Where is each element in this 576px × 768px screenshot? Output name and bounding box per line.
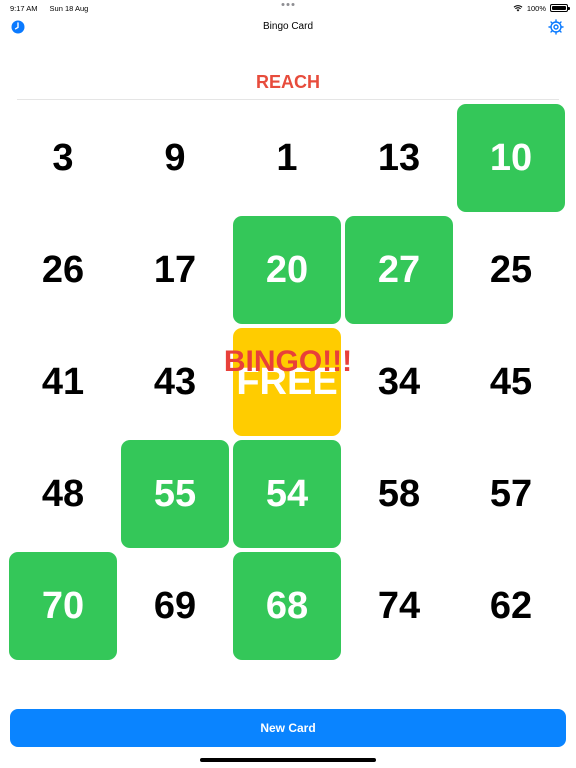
- battery-percent: 100%: [526, 3, 546, 13]
- bingo-cell[interactable]: 10: [457, 104, 565, 212]
- app-screen: 9:17 AM Sun 18 Aug 100% Bingo Card REACH…: [0, 0, 576, 768]
- bingo-cell[interactable]: 57: [457, 440, 565, 548]
- bingo-cell[interactable]: 13: [345, 104, 453, 212]
- bingo-cell[interactable]: 1: [233, 104, 341, 212]
- bingo-cell[interactable]: 41: [9, 328, 117, 436]
- page-title: Bingo Card: [262, 21, 314, 32]
- bingo-grid: 3 9 1 13 10 26 17 20 27 25 41 43 FREE 34 45 48 55 54 58 57 7…: [9, 104, 565, 660]
- home-indicator[interactable]: [200, 758, 376, 762]
- dot: [291, 3, 295, 6]
- bingo-cell[interactable]: 54: [233, 440, 341, 548]
- bingo-cell[interactable]: 62: [457, 552, 565, 660]
- bingo-cell[interactable]: 45: [457, 328, 565, 436]
- bingo-cell[interactable]: 68: [233, 552, 341, 660]
- new-card-button[interactable]: New Card: [10, 709, 566, 747]
- status-time: 9:17 AM: [10, 3, 38, 13]
- bingo-cell[interactable]: 9: [121, 104, 229, 212]
- bingo-cell[interactable]: 25: [457, 216, 565, 324]
- battery-icon: [550, 4, 570, 12]
- bingo-cell[interactable]: 27: [345, 216, 453, 324]
- bingo-cell[interactable]: 55: [121, 440, 229, 548]
- multitasking-dots[interactable]: [281, 3, 295, 6]
- dot: [286, 3, 290, 6]
- bingo-cell[interactable]: 48: [9, 440, 117, 548]
- bingo-cell[interactable]: 17: [121, 216, 229, 324]
- bingo-cell[interactable]: 58: [345, 440, 453, 548]
- free-cell[interactable]: FREE: [233, 328, 341, 436]
- status-date: Sun 18 Aug: [49, 3, 89, 13]
- bingo-cell[interactable]: 3: [9, 104, 117, 212]
- reach-status-label: REACH: [255, 72, 320, 92]
- status-bar-left: 9:17 AM Sun 18 Aug: [10, 2, 88, 14]
- bingo-cell[interactable]: 34: [345, 328, 453, 436]
- bingo-cell[interactable]: 74: [345, 552, 453, 660]
- dot: [281, 3, 285, 6]
- status-bar-right: 100%: [513, 2, 570, 14]
- bingo-cell[interactable]: 20: [233, 216, 341, 324]
- wifi-icon: [513, 5, 523, 12]
- bingo-cell[interactable]: 26: [9, 216, 117, 324]
- bingo-cell[interactable]: 69: [121, 552, 229, 660]
- divider: [17, 99, 559, 100]
- bingo-cell[interactable]: 70: [9, 552, 117, 660]
- settings-gear-icon[interactable]: [548, 19, 564, 35]
- bingo-cell[interactable]: 43: [121, 328, 229, 436]
